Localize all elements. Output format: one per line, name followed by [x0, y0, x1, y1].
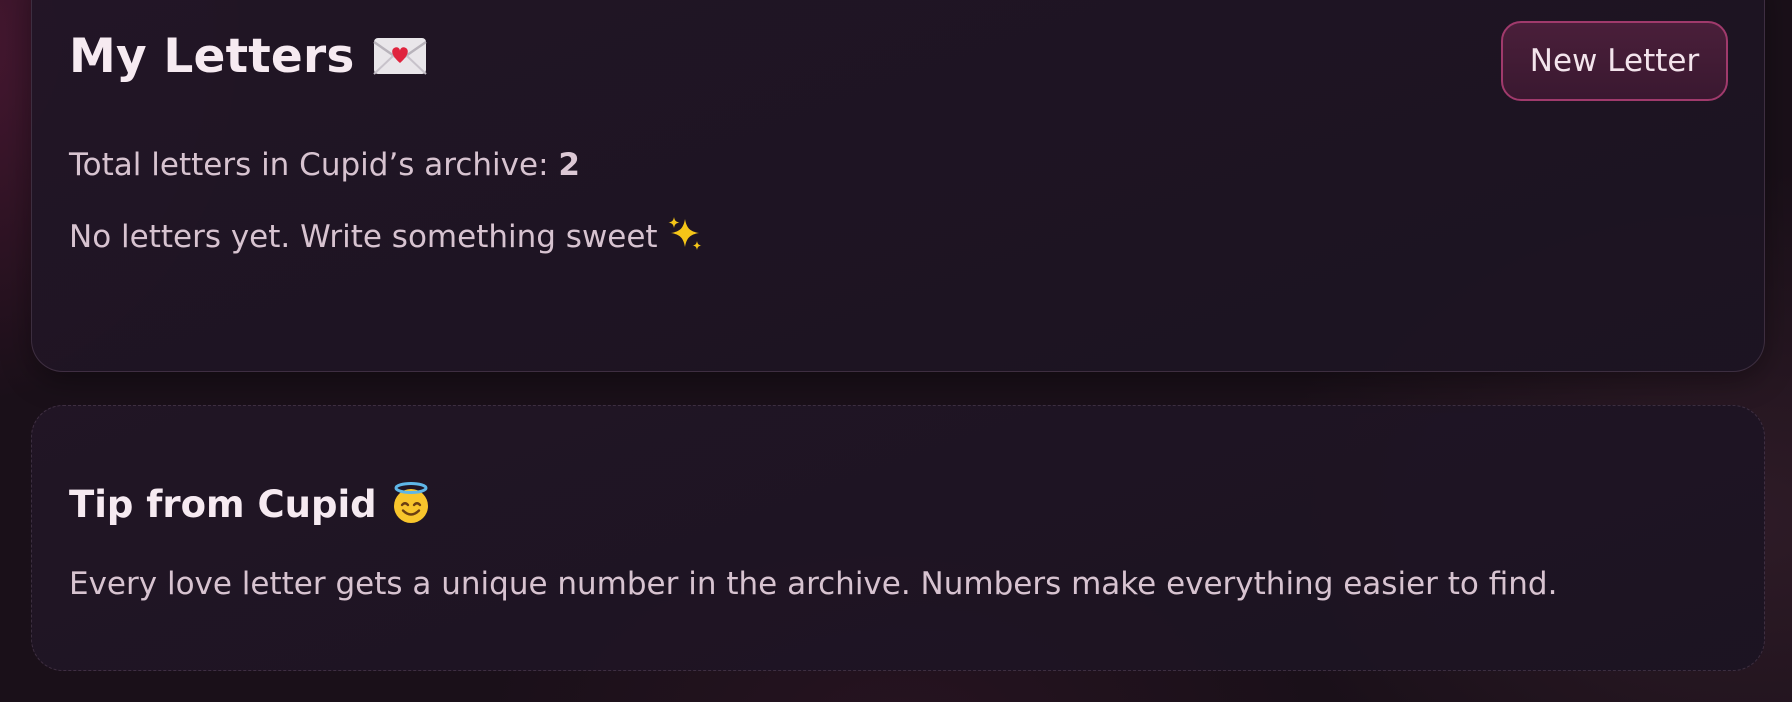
page-title: My Letters [69, 27, 427, 87]
love-letter-envelope-icon [372, 36, 427, 76]
sparkles-icon [666, 215, 704, 253]
total-letters-line: Total letters in Cupid’s archive: 2 [69, 145, 580, 185]
tip-text: Every love letter gets a unique number i… [69, 566, 1558, 602]
page-title-text: My Letters [69, 29, 355, 84]
empty-state-text: No letters yet. Write something sweet [69, 219, 658, 255]
smiling-face-with-halo-icon [389, 481, 433, 525]
tip-title: Tip from Cupid [69, 481, 433, 529]
tip-card: Tip from Cupid Every love letter gets a … [31, 405, 1765, 671]
letters-card: My Letters New Letter Total letters in C… [31, 0, 1765, 372]
new-letter-button[interactable]: New Letter [1501, 21, 1728, 101]
total-letters-label: Total letters in Cupid’s archive: [69, 147, 559, 183]
tip-title-text: Tip from Cupid [69, 483, 377, 526]
empty-state-message: No letters yet. Write something sweet [69, 215, 704, 257]
total-letters-count: 2 [558, 147, 580, 183]
